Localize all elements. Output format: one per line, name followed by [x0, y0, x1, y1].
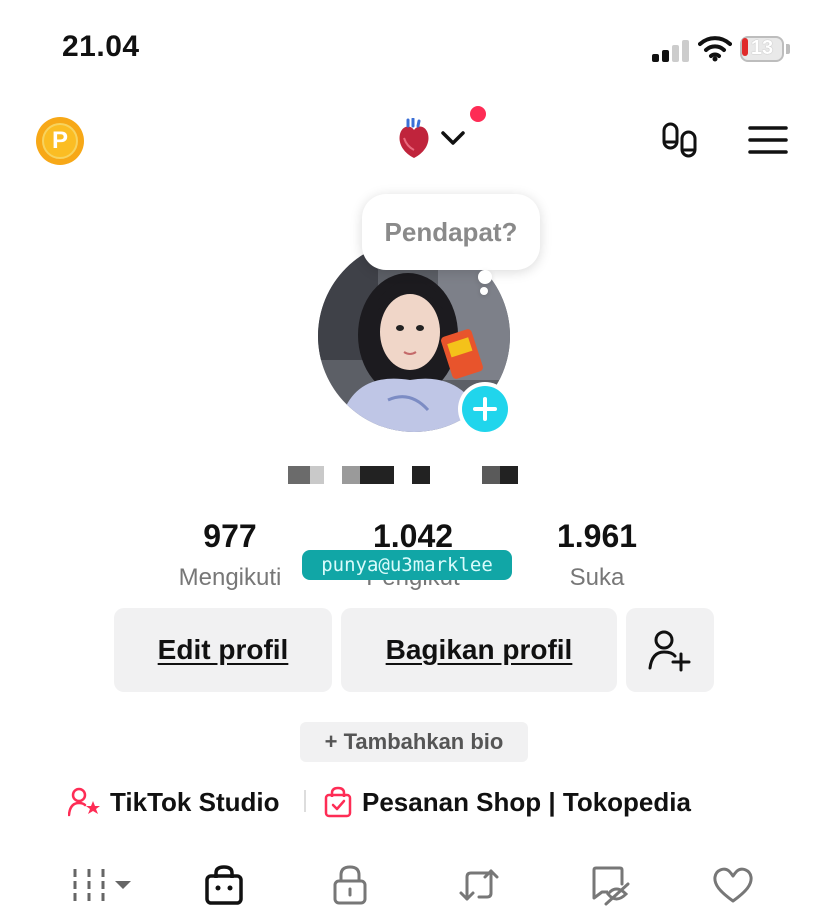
- add-friend-button[interactable]: [626, 608, 714, 692]
- cellular-signal-icon: [652, 38, 692, 62]
- watermark-label: punya@u3marklee: [302, 550, 512, 580]
- battery-level: 13: [750, 37, 774, 59]
- repost-icon: [459, 869, 499, 901]
- tab-tagged[interactable]: [586, 862, 636, 908]
- opinion-bubble[interactable]: Pendapat?: [362, 194, 540, 270]
- share-profile-button[interactable]: Bagikan profil: [341, 608, 617, 692]
- likes-count[interactable]: 1.961: [507, 518, 687, 555]
- lock-icon: [333, 865, 367, 905]
- battery-indicator: 13: [740, 36, 790, 62]
- status-time: 21.04: [62, 30, 140, 63]
- grid-icon: [73, 869, 131, 901]
- tab-reposts[interactable]: [454, 862, 504, 908]
- wifi-icon: [698, 36, 732, 62]
- links-separator: [304, 790, 306, 812]
- tiktok-studio-label: TikTok Studio: [110, 786, 280, 817]
- username-censored: [288, 466, 528, 484]
- tab-private[interactable]: [326, 862, 374, 908]
- tab-shop[interactable]: [198, 862, 250, 908]
- edit-profile-button[interactable]: Edit profil: [114, 608, 332, 692]
- heart-icon: [713, 867, 753, 903]
- bubble-tail-small: [480, 287, 488, 295]
- notification-dot: [470, 106, 486, 122]
- chevron-down-icon[interactable]: [440, 128, 466, 148]
- shopping-bag-icon: [324, 786, 352, 818]
- likes-label[interactable]: Suka: [507, 564, 687, 592]
- creator-star-icon: [68, 787, 100, 817]
- footprint-icon[interactable]: [660, 120, 702, 162]
- coin-icon[interactable]: P: [36, 117, 84, 165]
- tiktok-studio-link[interactable]: TikTok Studio: [68, 784, 279, 820]
- add-avatar-button[interactable]: [458, 382, 512, 436]
- tab-videos-grid[interactable]: [60, 862, 140, 908]
- tagged-icon: [592, 866, 630, 906]
- menu-icon[interactable]: [748, 124, 788, 156]
- following-count[interactable]: 977: [140, 518, 320, 555]
- coin-letter: P: [42, 123, 78, 159]
- anatomical-heart-icon[interactable]: [396, 118, 432, 160]
- tab-liked[interactable]: [708, 862, 758, 908]
- following-label[interactable]: Mengikuti: [140, 564, 320, 592]
- shop-orders-label: Pesanan Shop | Tokopedia: [362, 786, 691, 817]
- plus-icon: [473, 397, 497, 421]
- add-bio-button[interactable]: + Tambahkan bio: [300, 722, 528, 762]
- add-user-icon: [648, 630, 691, 672]
- bubble-tail: [478, 270, 492, 284]
- shop-bag-icon: [205, 865, 243, 905]
- shop-orders-link[interactable]: Pesanan Shop | Tokopedia: [324, 784, 691, 820]
